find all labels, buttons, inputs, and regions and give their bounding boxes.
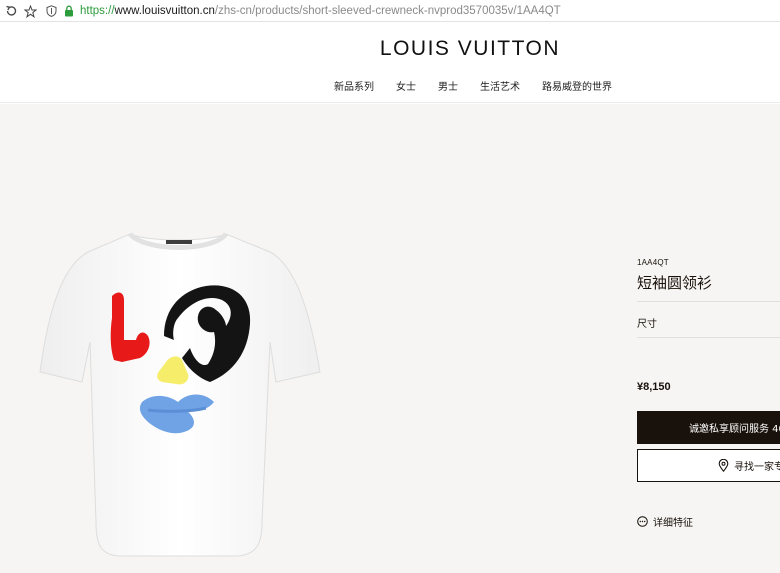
nav-item-men[interactable]: 男士 [438, 78, 458, 93]
location-pin-icon [718, 459, 729, 472]
browser-address-bar: https://www.louisvuitton.cn/zhs-cn/produ… [0, 0, 780, 22]
find-store-button[interactable]: 寻找一家专 [637, 449, 780, 482]
url-field[interactable]: https://www.louisvuitton.cn/zhs-cn/produ… [42, 2, 778, 19]
product-details-link[interactable]: 详细特征 [637, 514, 693, 529]
url-scheme: https:// [80, 4, 115, 17]
product-name: 短袖圆领衫 [637, 274, 713, 292]
divider [637, 301, 780, 302]
shield-icon[interactable] [44, 4, 58, 18]
url-path: /zhs-cn/products/short-sleeved-crewneck-… [214, 4, 561, 17]
nav-item-women[interactable]: 女士 [396, 78, 416, 93]
size-selector[interactable]: 尺寸 [637, 308, 780, 336]
main-nav: 新品系列 女士 男士 生活艺术 路易威登的世界 [334, 78, 634, 93]
size-label: 尺寸 [637, 318, 657, 330]
product-price: ¥8,150 [637, 381, 671, 393]
site-header: LOUIS VUITTON 新品系列 女士 男士 生活艺术 路易威登的世界 [0, 23, 780, 103]
details-label: 详细特征 [653, 518, 693, 529]
divider [637, 337, 780, 338]
product-sku: 1AA4QT [637, 258, 669, 267]
client-advisor-button[interactable]: 诚邀私享顾问服务 40 [637, 411, 780, 444]
lock-icon [62, 4, 76, 18]
product-page: 1AA4QT 短袖圆领衫 尺寸 ¥8,150 诚邀私享顾问服务 40 寻找一家专… [0, 104, 780, 573]
product-image[interactable] [38, 222, 322, 557]
nav-item-world-of-lv[interactable]: 路易威登的世界 [542, 78, 612, 93]
url-text[interactable]: https://www.louisvuitton.cn/zhs-cn/produ… [80, 5, 561, 17]
client-advisor-label: 诚邀私享顾问服务 40 [689, 424, 780, 435]
nav-item-new[interactable]: 新品系列 [334, 78, 374, 93]
find-store-label: 寻找一家专 [734, 462, 780, 473]
nav-item-art-of-living[interactable]: 生活艺术 [480, 78, 520, 93]
more-icon [637, 516, 648, 527]
back-icon[interactable] [3, 3, 19, 19]
url-host: www.louisvuitton.cn [114, 4, 215, 17]
product-info-panel: 1AA4QT 短袖圆领衫 尺寸 ¥8,150 诚邀私享顾问服务 40 寻找一家专… [637, 104, 780, 573]
star-icon[interactable] [22, 3, 38, 19]
brand-logo[interactable]: LOUIS VUITTON [0, 37, 780, 61]
